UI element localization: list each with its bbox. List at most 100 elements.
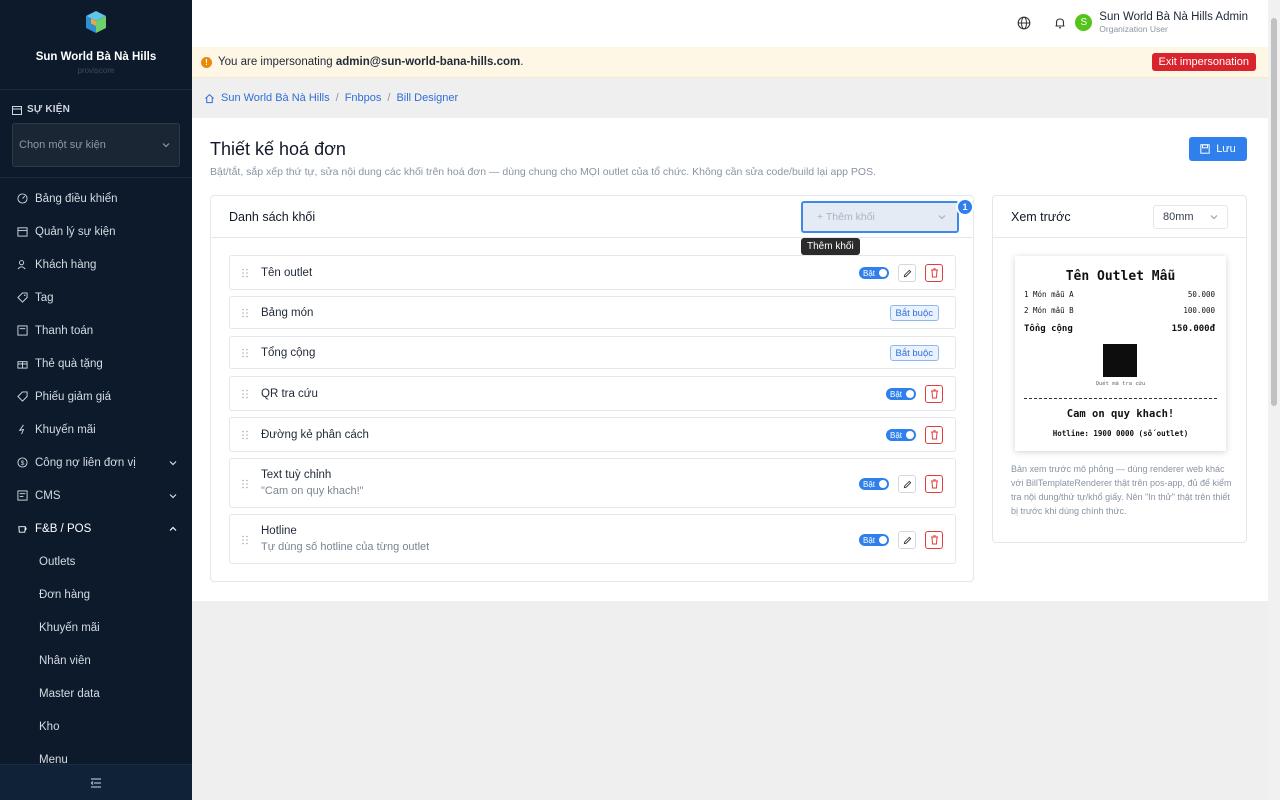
block-toggle[interactable]: Bật — [859, 478, 889, 490]
chevron-down-icon — [1210, 215, 1218, 220]
drag-handle-icon[interactable] — [241, 535, 249, 545]
trash-icon — [930, 268, 938, 278]
sidebar-item-events[interactable]: Quản lý sự kiện — [0, 215, 192, 248]
page-scrollbar[interactable] — [1268, 0, 1280, 800]
delete-block-button[interactable] — [925, 531, 943, 549]
receipt-hotline: Hotline: 1900 0000 (số outlet) — [1052, 429, 1189, 438]
sidebar-item-gift-card[interactable]: Thẻ quà tặng — [0, 347, 192, 380]
sidebar-item-label: CMS — [35, 489, 61, 502]
toggle-label: Bật — [863, 268, 876, 278]
user-menu[interactable]: S Sun World Bà Nà Hills Admin Organizati… — [1075, 11, 1248, 34]
block-toggle[interactable]: Bật — [886, 388, 916, 400]
breadcrumb: Sun World Bà Nà Hills / Fnbpos / Bill De… — [192, 78, 1268, 118]
sidebar-subitem-warehouse[interactable]: Kho — [0, 710, 192, 743]
block-row-hotline[interactable]: Hotline Tự dùng số hotline của từng outl… — [229, 514, 956, 564]
sidebar-subitem-staff[interactable]: Nhân viên — [0, 644, 192, 677]
globe-icon[interactable] — [1017, 16, 1031, 30]
delete-block-button[interactable] — [925, 475, 943, 493]
block-toggle[interactable]: Bật — [859, 267, 889, 279]
page-title: Thiết kế hoá đơn — [210, 139, 346, 159]
sidebar-item-cms[interactable]: CMS — [0, 479, 192, 512]
preview-card: Xem trước 80mm Tên Outlet Mẫu 1 Món mẫu … — [992, 195, 1247, 543]
receipt-preview: Tên Outlet Mẫu 1 Món mẫu A 50.000 2 Món m… — [1015, 256, 1226, 451]
gift-icon — [16, 358, 28, 370]
pencil-icon — [903, 269, 911, 277]
block-row-qr[interactable]: QR tra cứu Bật — [229, 376, 956, 411]
banner-text: You are impersonating admin@sun-world-ba… — [218, 56, 523, 68]
sidebar-item-tag[interactable]: Tag — [0, 281, 192, 314]
banner-suffix: . — [520, 56, 524, 68]
drag-handle-icon[interactable] — [241, 389, 249, 399]
block-label: QR tra cứu — [261, 388, 318, 400]
sidebar-item-coupon[interactable]: Phiếu giảm giá — [0, 380, 192, 413]
sidebar-item-customers[interactable]: Khách hàng — [0, 248, 192, 281]
sidebar-subitem-orders[interactable]: Đơn hàng — [0, 578, 192, 611]
delete-block-button[interactable] — [925, 385, 943, 403]
sidebar-item-fnb-pos[interactable]: F&B / POS — [0, 512, 192, 545]
save-button[interactable]: Lưu — [1189, 137, 1247, 161]
drag-handle-icon[interactable] — [241, 479, 249, 489]
breadcrumb-fnbpos[interactable]: Fnbpos — [345, 92, 382, 104]
sidebar-item-inter-unit-debt[interactable]: $ Công nợ liên đơn vị — [0, 446, 192, 479]
drag-handle-icon[interactable] — [241, 308, 249, 318]
block-sublabel: "Cam on quy khach!" — [261, 485, 364, 497]
pencil-icon — [903, 536, 911, 544]
block-toggle[interactable]: Bật — [886, 429, 916, 441]
block-row-outlet-name[interactable]: Tên outlet Bật — [229, 255, 956, 290]
edit-block-button[interactable] — [898, 264, 916, 282]
block-label: Text tuỳ chỉnh — [261, 469, 332, 481]
home-icon[interactable] — [204, 93, 215, 104]
sidebar-subitem-master-data[interactable]: Master data — [0, 677, 192, 710]
sidebar-item-dashboard[interactable]: Bảng điều khiển — [0, 182, 192, 215]
breadcrumb-org[interactable]: Sun World Bà Nà Hills — [221, 92, 330, 104]
block-row-item-table[interactable]: Bảng món Bắt buộc — [229, 296, 956, 329]
calendar-icon — [16, 226, 28, 238]
bell-icon[interactable] — [1053, 16, 1067, 30]
chevron-down-icon — [938, 215, 946, 220]
chevron-down-icon — [169, 460, 177, 465]
paper-size-select[interactable]: 80mm — [1153, 205, 1228, 229]
block-label: Hotline — [261, 525, 297, 537]
add-block-placeholder: + Thêm khối — [817, 211, 875, 223]
sidebar-collapse-button[interactable] — [0, 764, 192, 800]
banner-email: admin@sun-world-bana-hills.com — [335, 56, 521, 68]
receipt-total: Tổng cộng 150.000đ — [1024, 324, 1215, 334]
required-tag: Bắt buộc — [889, 345, 939, 361]
event-select[interactable]: Chọn một sự kiện — [12, 123, 180, 167]
main-content: Thiết kế hoá đơn Bật/tắt, sắp xếp thứ tự… — [192, 118, 1268, 601]
user-role: Organization User — [1099, 24, 1168, 34]
receipt-line-item: 1 Món mẫu A 50.000 — [1024, 290, 1215, 299]
drag-handle-icon[interactable] — [241, 268, 249, 278]
block-row-divider[interactable]: Đường kẻ phân cách Bật — [229, 417, 956, 452]
sidebar-subitem-promotions[interactable]: Khuyến mãi — [0, 611, 192, 644]
delete-block-button[interactable] — [925, 264, 943, 282]
exit-impersonation-button[interactable]: Exit impersonation — [1151, 53, 1256, 71]
block-row-total[interactable]: Tổng cộng Bắt buộc — [229, 336, 956, 369]
drag-handle-icon[interactable] — [241, 430, 249, 440]
delete-block-button[interactable] — [925, 426, 943, 444]
add-block-select[interactable]: + Thêm khối — [801, 201, 959, 233]
block-row-custom-text[interactable]: Text tuỳ chỉnh "Cam on quy khach!" Bật — [229, 458, 956, 508]
sidebar-item-promotion[interactable]: Khuyến mãi — [0, 413, 192, 446]
block-toggle[interactable]: Bật — [859, 534, 889, 546]
block-label: Bảng món — [261, 307, 314, 319]
edit-block-button[interactable] — [898, 475, 916, 493]
sidebar-item-payment[interactable]: Thanh toán — [0, 314, 192, 347]
drag-handle-icon[interactable] — [241, 348, 249, 358]
coffee-icon — [16, 523, 28, 535]
line-item-price: 50.000 — [1187, 290, 1215, 299]
org-subtitle: proviscore — [77, 66, 115, 75]
sidebar-item-label: Khách hàng — [35, 258, 97, 271]
sidebar-item-label: Thanh toán — [35, 324, 94, 337]
tag-icon — [16, 292, 28, 304]
edit-block-button[interactable] — [898, 531, 916, 549]
trash-icon — [930, 389, 938, 399]
sidebar-item-label: Bảng điều khiển — [35, 192, 118, 205]
toggle-label: Bật — [863, 479, 876, 489]
breadcrumb-bill-designer[interactable]: Bill Designer — [396, 92, 458, 104]
toggle-label: Bật — [890, 389, 903, 399]
sidebar-subitem-outlets[interactable]: Outlets — [0, 545, 192, 578]
menu-collapse-icon — [90, 778, 101, 787]
scrollbar-thumb[interactable] — [1271, 18, 1277, 406]
cms-icon — [16, 490, 28, 502]
